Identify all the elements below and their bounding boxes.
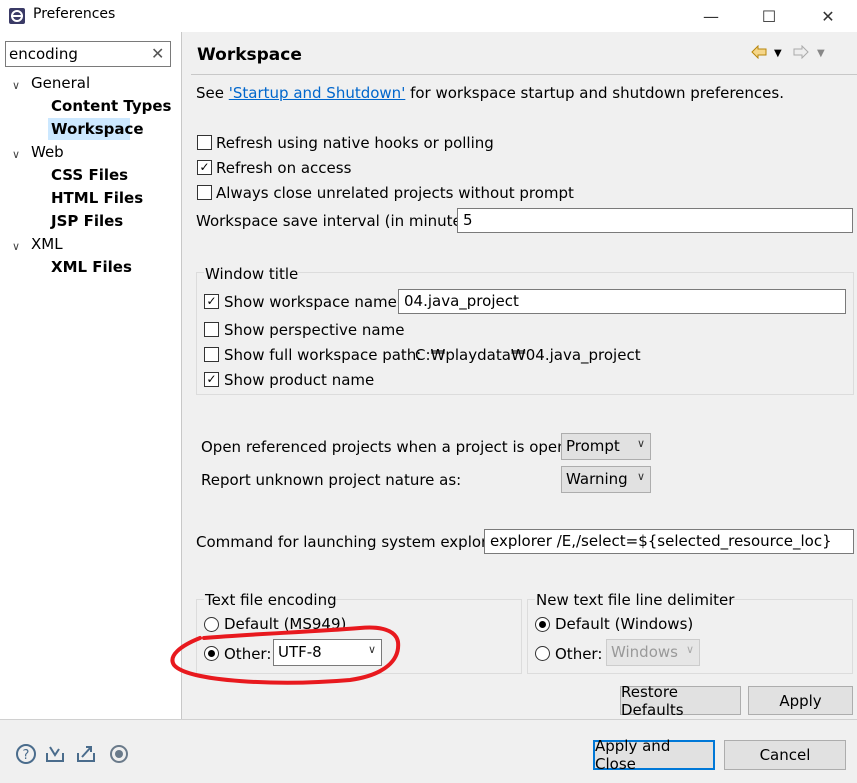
show-full-path-label: Show full workspace path: xyxy=(224,346,422,364)
show-product-label: Show product name xyxy=(224,371,375,389)
tree-item-jsp-files[interactable]: JSP Files xyxy=(51,212,123,230)
always-close-label: Always close unrelated projects without … xyxy=(216,184,574,202)
footer-divider xyxy=(0,719,857,720)
chevron-down-icon: ∨ xyxy=(685,643,694,656)
refresh-access-checkbox[interactable]: ✓ xyxy=(197,160,212,175)
clear-filter-icon[interactable]: ✕ xyxy=(151,44,164,63)
open-referenced-label: Open referenced projects when a project … xyxy=(201,438,591,456)
intro-text: See 'Startup and Shutdown' for workspace… xyxy=(196,84,784,102)
report-unknown-select[interactable]: Warning ∨ xyxy=(561,466,651,493)
delimiter-other-radio[interactable] xyxy=(535,646,550,661)
chevron-down-icon[interactable]: ∨ xyxy=(12,148,20,161)
chevron-down-icon: ∨ xyxy=(636,437,645,450)
apply-and-close-button[interactable]: Apply and Close xyxy=(593,737,715,773)
filter-input-value: encoding xyxy=(9,45,78,63)
refresh-native-label: Refresh using native hooks or polling xyxy=(216,134,494,152)
report-unknown-label: Report unknown project nature as: xyxy=(201,471,462,489)
cancel-button[interactable]: Cancel xyxy=(724,740,846,770)
back-arrow-icon[interactable] xyxy=(751,45,767,59)
tree-item-xml-files[interactable]: XML Files xyxy=(51,258,132,276)
command-label: Command for launching system explorer: xyxy=(196,533,508,551)
show-workspace-name-label: Show workspace name: xyxy=(224,293,402,311)
tree-item-css-files[interactable]: CSS Files xyxy=(51,166,128,184)
chevron-down-icon[interactable]: ∨ xyxy=(12,240,20,253)
show-full-path-checkbox[interactable] xyxy=(204,347,219,362)
delimiter-other-select: Windows ∨ xyxy=(606,639,700,666)
startup-shutdown-link[interactable]: 'Startup and Shutdown' xyxy=(229,84,406,102)
save-interval-input[interactable]: 5 xyxy=(457,208,853,233)
import-icon[interactable] xyxy=(44,743,66,765)
page-title: Workspace xyxy=(197,45,302,65)
always-close-checkbox[interactable] xyxy=(197,185,212,200)
group-border xyxy=(722,599,853,600)
tree-item-workspace[interactable]: Workspace xyxy=(51,120,144,138)
restore-defaults-button[interactable]: Restore Defaults xyxy=(620,683,741,719)
window-title: Preferences xyxy=(33,6,116,22)
minimize-button[interactable]: — xyxy=(688,0,734,32)
tree-item-xml[interactable]: XML xyxy=(31,235,63,253)
workspace-name-input[interactable]: 04.java_project xyxy=(398,289,846,314)
svg-text:?: ? xyxy=(23,748,30,763)
show-perspective-label: Show perspective name xyxy=(224,321,405,339)
close-button[interactable]: ✕ xyxy=(805,0,851,32)
back-menu-chevron-icon[interactable]: ▼ xyxy=(774,48,782,59)
header-divider xyxy=(191,74,857,75)
help-icon[interactable]: ? xyxy=(15,743,37,765)
delimiter-default-radio[interactable] xyxy=(535,617,550,632)
full-path-value: C:₩playdata₩04.java_project xyxy=(415,346,641,364)
chevron-down-icon[interactable]: ∨ xyxy=(12,79,20,92)
group-border xyxy=(196,272,204,273)
group-border xyxy=(527,599,535,600)
tree-item-general[interactable]: General xyxy=(31,74,90,92)
red-annotation-circle xyxy=(170,625,401,685)
tree-item-web[interactable]: Web xyxy=(31,143,64,161)
chevron-down-icon: ∨ xyxy=(636,470,645,483)
export-icon[interactable] xyxy=(75,743,97,765)
window-title-group-label: Window title xyxy=(205,265,299,283)
group-border xyxy=(296,272,854,273)
open-referenced-select[interactable]: Prompt ∨ xyxy=(561,433,651,460)
show-product-checkbox[interactable]: ✓ xyxy=(204,372,219,387)
group-border xyxy=(196,599,204,600)
show-workspace-name-checkbox[interactable]: ✓ xyxy=(204,294,219,309)
tree-item-html-files[interactable]: HTML Files xyxy=(51,189,143,207)
delimiter-default-label: Default (Windows) xyxy=(555,615,694,633)
save-interval-label: Workspace save interval (in minutes): xyxy=(196,212,481,230)
command-input[interactable]: explorer /E,/select=${selected_resource_… xyxy=(484,529,854,554)
maximize-button[interactable]: ☐ xyxy=(746,0,792,32)
tree-item-content-types[interactable]: Content Types xyxy=(51,97,171,115)
show-perspective-checkbox[interactable] xyxy=(204,322,219,337)
apply-button[interactable]: Apply xyxy=(748,686,853,715)
group-border xyxy=(332,599,522,600)
forward-arrow-icon xyxy=(793,45,809,59)
refresh-access-label: Refresh on access xyxy=(216,159,352,177)
text-file-encoding-label: Text file encoding xyxy=(205,591,337,609)
view-menu-chevron-icon[interactable]: ▼ xyxy=(817,48,825,59)
line-delimiter-label: New text file line delimiter xyxy=(536,591,735,609)
record-icon[interactable] xyxy=(108,743,130,765)
refresh-native-checkbox[interactable] xyxy=(197,135,212,150)
delimiter-other-label: Other: xyxy=(555,645,603,663)
eclipse-app-icon xyxy=(9,8,25,24)
